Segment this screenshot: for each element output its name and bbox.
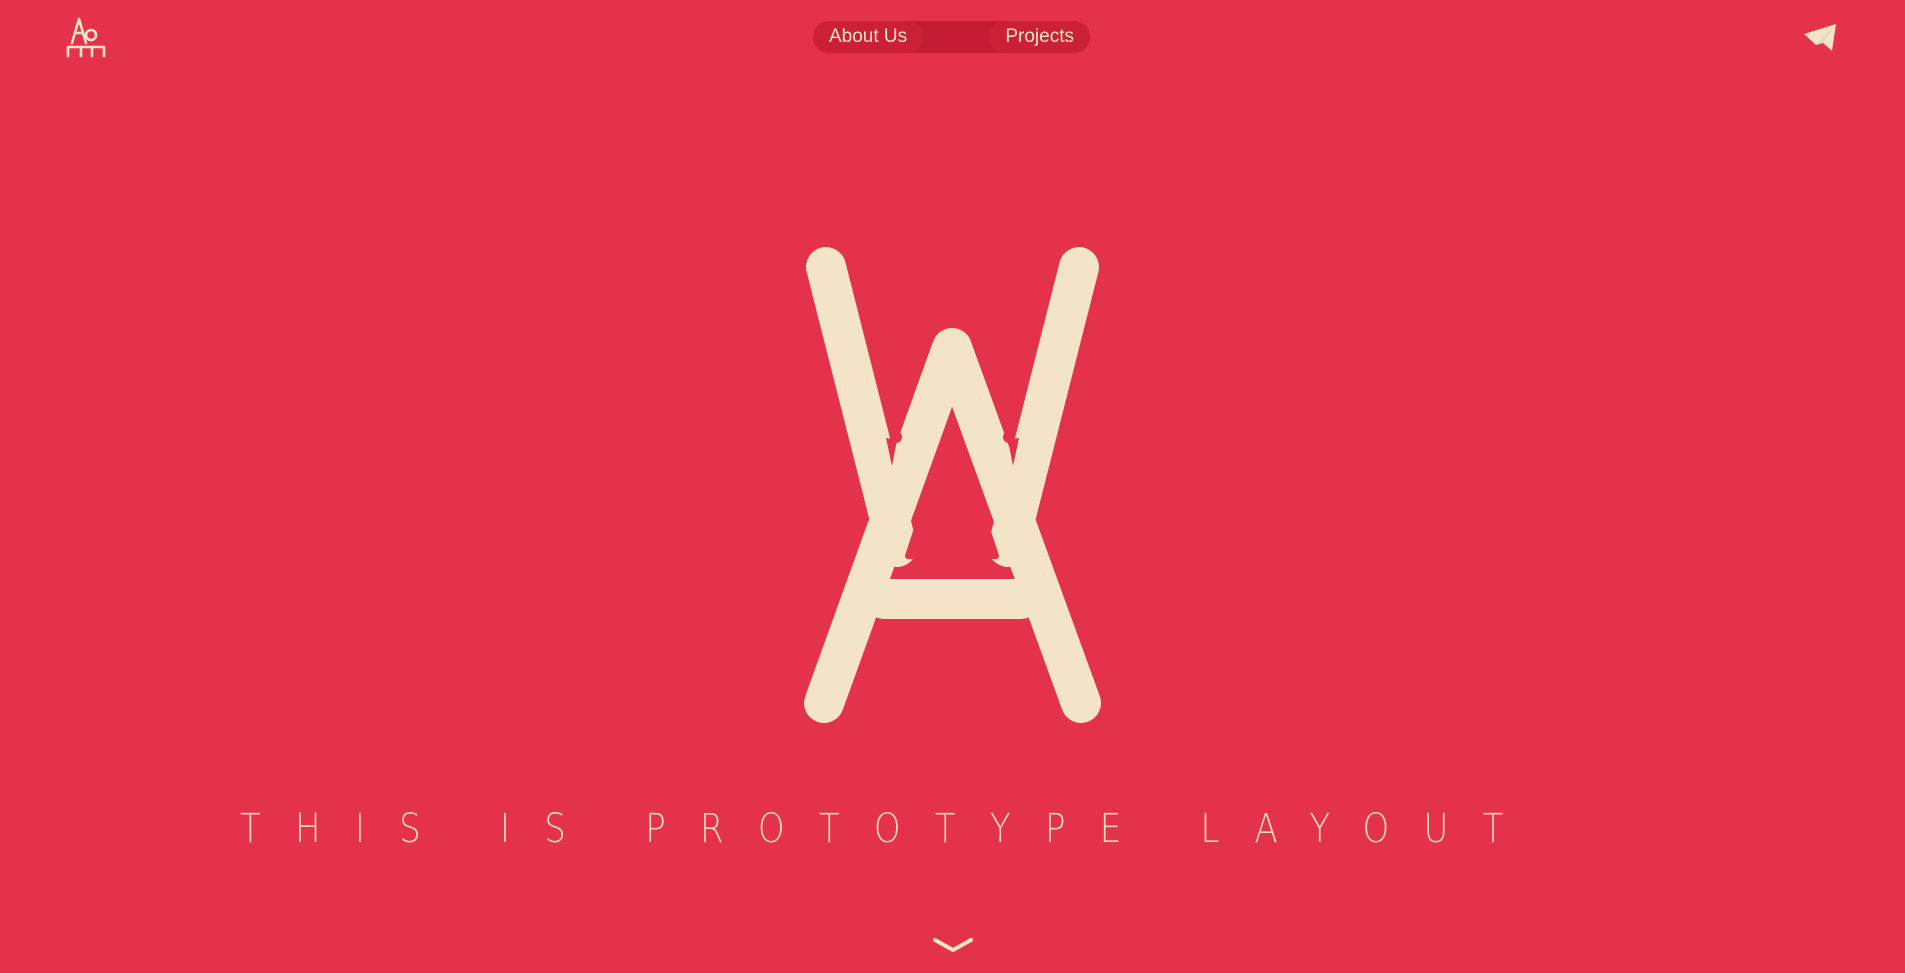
nav-projects[interactable]: Projects	[989, 21, 1090, 53]
chevron-down-icon[interactable]	[932, 936, 974, 954]
wa-monogram-logo	[800, 240, 1105, 730]
paper-plane-icon[interactable]	[1802, 21, 1838, 53]
nav-about-us[interactable]: About Us	[813, 21, 924, 53]
main-nav: About Us Projects	[813, 21, 1090, 53]
page: About Us Projects THIS IS PROTOTYPE LAYO…	[0, 0, 1905, 973]
tagline: THIS IS PROTOTYPE LAYOUT	[240, 806, 1538, 852]
ap-monogram-icon[interactable]	[64, 16, 106, 58]
